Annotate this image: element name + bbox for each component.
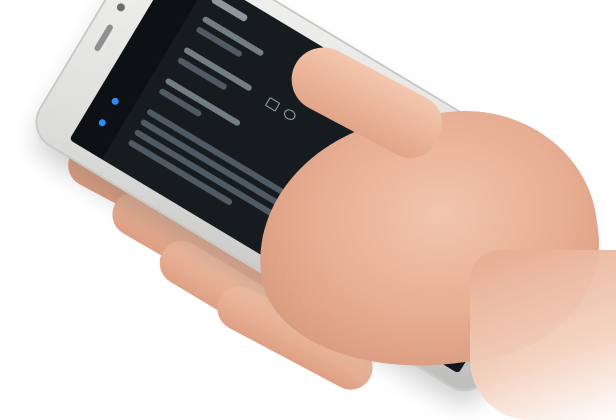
section-heading	[210, 0, 249, 23]
status-dot	[110, 96, 120, 107]
earpiece-speaker	[93, 23, 115, 53]
app-logo	[116, 38, 160, 90]
document-icon[interactable]	[264, 96, 281, 112]
photo-scene	[0, 0, 616, 420]
status-dot	[97, 117, 108, 128]
wrist	[470, 250, 616, 420]
calendar-icon[interactable]	[282, 107, 298, 122]
front-camera	[115, 1, 127, 13]
